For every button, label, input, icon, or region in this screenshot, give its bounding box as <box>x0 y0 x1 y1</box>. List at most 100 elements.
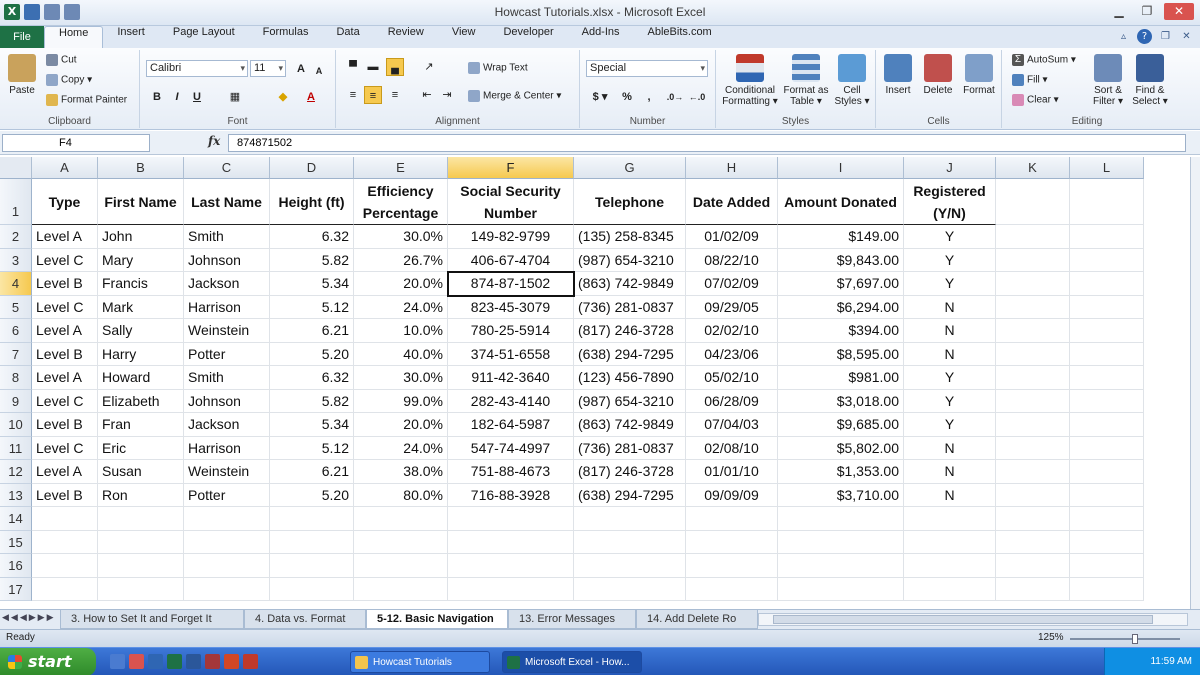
tab-page-layout[interactable]: Page Layout <box>159 26 249 48</box>
sheet-tab[interactable]: 3. How to Set It and Forget It <box>60 610 244 629</box>
header-cell[interactable] <box>996 179 1070 225</box>
number-format-select[interactable]: Special <box>586 60 708 77</box>
table-cell[interactable] <box>354 577 448 601</box>
table-cell[interactable]: Jackson <box>184 272 270 296</box>
table-cell[interactable]: Francis <box>98 272 184 296</box>
powerpoint-launch-icon[interactable] <box>224 654 239 669</box>
table-cell[interactable]: Smith <box>184 225 270 249</box>
table-cell[interactable] <box>1070 389 1144 413</box>
table-cell[interactable]: Susan <box>98 460 184 484</box>
table-cell[interactable] <box>996 389 1070 413</box>
tab-review[interactable]: Review <box>374 26 438 48</box>
table-cell[interactable]: Level C <box>32 389 98 413</box>
vertical-scrollbar[interactable] <box>1190 157 1200 609</box>
table-cell[interactable]: Level A <box>32 319 98 343</box>
table-cell[interactable]: 874-87-1502 <box>448 272 574 296</box>
table-cell[interactable]: 02/02/10 <box>686 319 778 343</box>
table-cell[interactable]: 149-82-9799 <box>448 225 574 249</box>
table-cell[interactable] <box>778 577 904 601</box>
table-cell[interactable] <box>1070 342 1144 366</box>
close-workbook-icon[interactable]: ✕ <box>1179 29 1194 44</box>
row-header-12[interactable]: 12 <box>0 460 32 484</box>
tab-file[interactable]: File <box>0 26 44 48</box>
table-cell[interactable] <box>184 554 270 578</box>
table-cell[interactable]: 823-45-3079 <box>448 295 574 319</box>
table-cell[interactable] <box>1070 366 1144 390</box>
table-cell[interactable] <box>354 507 448 531</box>
column-header-d[interactable]: D <box>270 157 354 179</box>
table-cell[interactable]: $8,595.00 <box>778 342 904 366</box>
table-cell[interactable]: 07/04/03 <box>686 413 778 437</box>
table-cell[interactable]: N <box>904 436 996 460</box>
table-cell[interactable]: N <box>904 483 996 507</box>
merge-center-button[interactable]: Merge & Center ▾ <box>468 90 561 102</box>
table-cell[interactable] <box>574 530 686 554</box>
table-cell[interactable]: Level C <box>32 436 98 460</box>
horizontal-scrollbar[interactable] <box>758 613 1188 626</box>
row-header-6[interactable]: 6 <box>0 319 32 343</box>
table-cell[interactable]: 5.12 <box>270 295 354 319</box>
row-header-17[interactable]: 17 <box>0 577 32 601</box>
table-cell[interactable]: Y <box>904 366 996 390</box>
table-cell[interactable]: 6.32 <box>270 225 354 249</box>
table-cell[interactable]: 716-88-3928 <box>448 483 574 507</box>
column-header-k[interactable]: K <box>996 157 1070 179</box>
table-cell[interactable]: (736) 281-0837 <box>574 295 686 319</box>
select-all-corner[interactable] <box>0 157 32 179</box>
table-cell[interactable]: $394.00 <box>778 319 904 343</box>
tab-data[interactable]: Data <box>322 26 373 48</box>
header-cell[interactable]: Height (ft) <box>270 179 354 225</box>
conditional-formatting-button[interactable]: Conditional Formatting ▾ <box>720 54 780 107</box>
table-cell[interactable]: Johnson <box>184 389 270 413</box>
table-cell[interactable]: 01/02/09 <box>686 225 778 249</box>
increase-indent-icon[interactable]: ⇥ <box>438 86 456 104</box>
header-cell[interactable]: Telephone <box>574 179 686 225</box>
table-cell[interactable] <box>1070 577 1144 601</box>
table-cell[interactable]: (135) 258-8345 <box>574 225 686 249</box>
table-cell[interactable]: John <box>98 225 184 249</box>
ie-icon[interactable] <box>148 654 163 669</box>
table-cell[interactable] <box>904 507 996 531</box>
italic-icon[interactable]: I <box>168 88 186 106</box>
table-cell[interactable]: $981.00 <box>778 366 904 390</box>
table-cell[interactable]: Potter <box>184 342 270 366</box>
paste-button[interactable]: Paste <box>2 54 42 96</box>
copy-button[interactable]: Copy ▾ <box>46 74 92 86</box>
table-cell[interactable]: 20.0% <box>354 272 448 296</box>
orientation-icon[interactable]: ↗ <box>420 58 438 76</box>
table-cell[interactable] <box>778 554 904 578</box>
table-cell[interactable] <box>996 507 1070 531</box>
table-cell[interactable] <box>904 577 996 601</box>
start-button[interactable]: start <box>0 648 96 675</box>
table-cell[interactable]: $6,294.00 <box>778 295 904 319</box>
table-cell[interactable]: Eric <box>98 436 184 460</box>
table-cell[interactable]: Mark <box>98 295 184 319</box>
table-cell[interactable] <box>1070 483 1144 507</box>
header-cell[interactable]: First Name <box>98 179 184 225</box>
zoom-knob[interactable] <box>1132 634 1138 644</box>
table-cell[interactable]: 5.34 <box>270 413 354 437</box>
table-cell[interactable]: 547-74-4997 <box>448 436 574 460</box>
table-cell[interactable]: Weinstein <box>184 460 270 484</box>
table-cell[interactable]: 282-43-4140 <box>448 389 574 413</box>
table-cell[interactable] <box>996 413 1070 437</box>
table-cell[interactable] <box>448 530 574 554</box>
table-cell[interactable]: 5.20 <box>270 342 354 366</box>
table-cell[interactable]: Jackson <box>184 413 270 437</box>
cut-button[interactable]: Cut <box>46 54 77 66</box>
column-header-g[interactable]: G <box>574 157 686 179</box>
tab-insert[interactable]: Insert <box>103 26 159 48</box>
table-cell[interactable] <box>32 554 98 578</box>
table-cell[interactable] <box>686 577 778 601</box>
table-cell[interactable]: Y <box>904 413 996 437</box>
table-cell[interactable] <box>574 554 686 578</box>
help-icon[interactable]: ? <box>1137 29 1152 44</box>
align-bottom-icon[interactable]: ▄ <box>386 58 404 76</box>
table-cell[interactable]: (638) 294-7295 <box>574 342 686 366</box>
tab-developer[interactable]: Developer <box>489 26 567 48</box>
column-header-f[interactable]: F <box>448 157 574 179</box>
table-cell[interactable]: Level C <box>32 295 98 319</box>
table-cell[interactable]: $149.00 <box>778 225 904 249</box>
table-cell[interactable]: 406-67-4704 <box>448 248 574 272</box>
table-cell[interactable]: $3,710.00 <box>778 483 904 507</box>
